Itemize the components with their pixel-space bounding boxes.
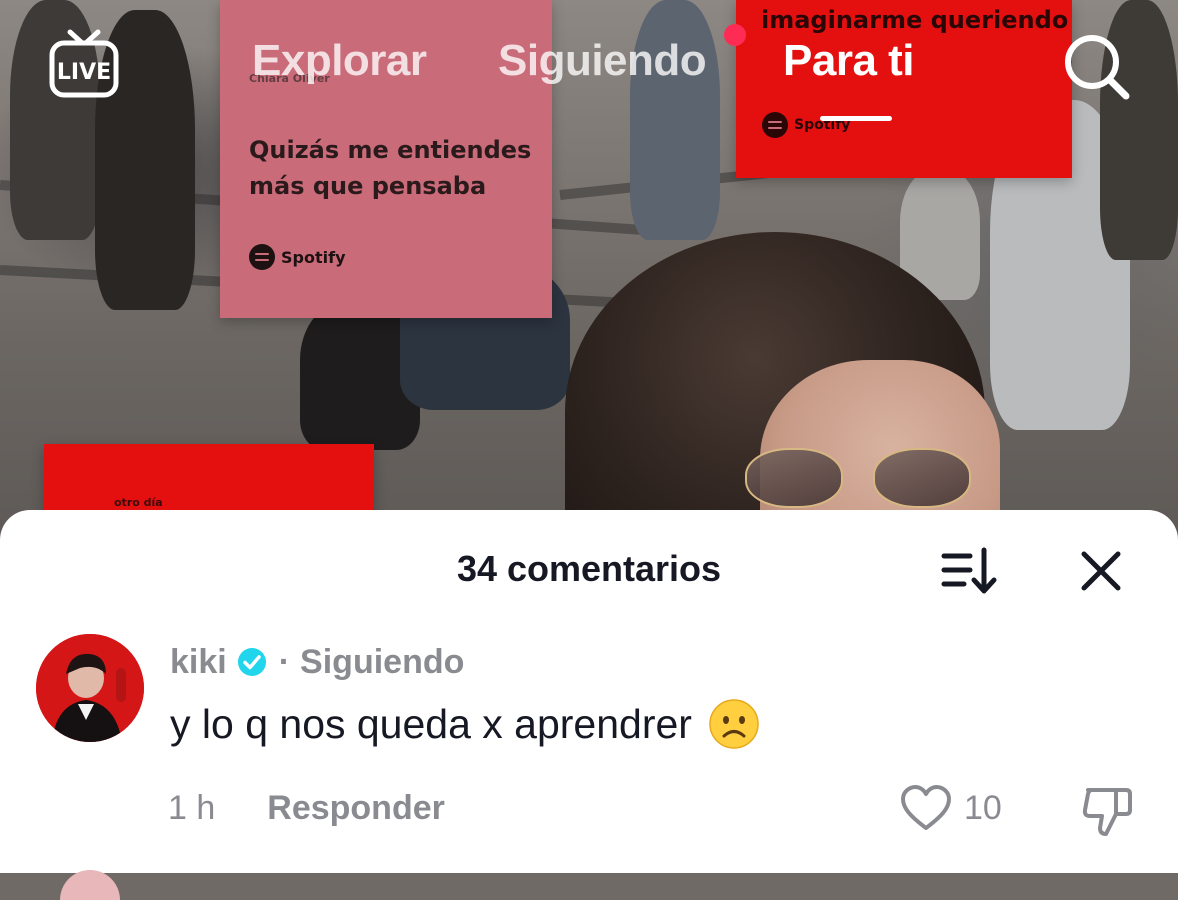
sort-icon bbox=[941, 547, 997, 594]
search-button[interactable] bbox=[1060, 30, 1132, 102]
svg-text:LIVE: LIVE bbox=[57, 60, 111, 85]
avatar-image bbox=[36, 634, 144, 742]
comment-username[interactable]: kiki bbox=[170, 643, 227, 682]
following-label: Siguiendo bbox=[300, 642, 465, 681]
like-button[interactable]: 10 bbox=[900, 784, 1002, 832]
like-count: 10 bbox=[964, 788, 1002, 827]
next-comment-avatar[interactable] bbox=[60, 870, 120, 900]
tab-explorar[interactable]: Explorar bbox=[252, 36, 427, 86]
avatar[interactable] bbox=[36, 634, 144, 742]
sort-comments-button[interactable] bbox=[940, 546, 1000, 596]
close-icon bbox=[1081, 551, 1121, 591]
thumbs-down-icon bbox=[1082, 788, 1132, 836]
verified-badge-icon bbox=[237, 648, 266, 676]
spotify-badge: Spotify bbox=[249, 244, 346, 270]
live-button[interactable]: LIVE bbox=[48, 28, 120, 98]
comment-header: kiki · Siguiendo bbox=[170, 640, 464, 684]
comment-meta: 1 h Responder bbox=[168, 786, 445, 830]
reply-button[interactable]: Responder bbox=[267, 789, 445, 828]
live-tv-icon: LIVE bbox=[49, 29, 119, 98]
comment-text: y lo q nos queda x aprendrer bbox=[170, 700, 692, 747]
sunglasses bbox=[745, 448, 975, 510]
separator-dot: · bbox=[278, 642, 291, 681]
close-comments-button[interactable] bbox=[1076, 546, 1126, 596]
comment-body: y lo q nos queda x aprendrer bbox=[170, 698, 760, 750]
dislike-button[interactable] bbox=[1080, 784, 1136, 838]
poster-quote: otro día bbox=[114, 496, 163, 509]
frowning-face-emoji-icon bbox=[709, 699, 759, 749]
spotify-icon bbox=[249, 244, 275, 270]
notification-dot bbox=[724, 24, 746, 46]
comment-time: 1 h bbox=[168, 788, 216, 827]
poster-quote: Quizás me entiendes más que pensaba bbox=[249, 136, 532, 200]
search-icon bbox=[1065, 35, 1130, 100]
active-tab-indicator bbox=[820, 116, 892, 121]
spotify-label: Spotify bbox=[281, 247, 346, 267]
tab-para-ti[interactable]: Para ti bbox=[783, 36, 915, 86]
tab-siguiendo[interactable]: Siguiendo bbox=[498, 36, 707, 86]
heart-icon bbox=[901, 785, 951, 830]
top-navigation: LIVE Explorar Siguiendo Para ti bbox=[0, 0, 1178, 140]
comments-count-title: 34 comentarios bbox=[456, 548, 722, 589]
comments-sheet: 34 comentarios kiki · Siguiendo y lo q n… bbox=[0, 510, 1178, 900]
